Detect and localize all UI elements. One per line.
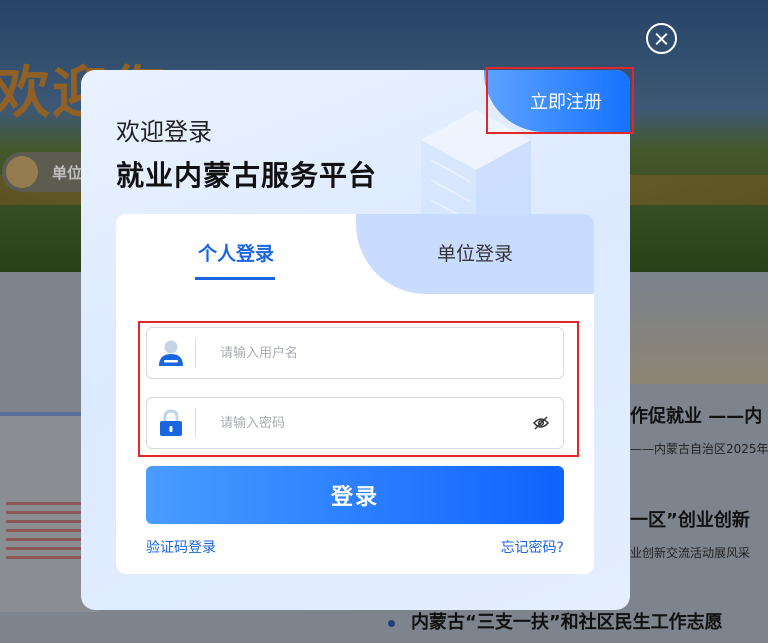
login-modal: 立即注册 欢迎登录 就业内蒙古服务平台 个人登录 单位登录 请输入用户名 登录 …: [81, 70, 630, 610]
login-card: 个人登录 单位登录 请输入用户名 登录 验证码登录 忘记密码?: [116, 214, 594, 574]
background-news-headline: 作促就业 ——内: [630, 406, 763, 427]
login-button-label: 登录: [330, 484, 379, 509]
tab-label: 单位登录: [436, 242, 513, 265]
background-news-headline: 一区”创业创新: [630, 510, 750, 531]
password-field: [146, 397, 564, 449]
register-label: 立即注册: [530, 92, 602, 113]
close-icon[interactable]: [646, 23, 677, 54]
active-tab-indicator: [195, 277, 275, 280]
background-bottom-headline: 内蒙古“三支一扶”和社区民生工作志愿: [388, 608, 723, 634]
lock-icon: [147, 398, 195, 448]
username-field: [146, 327, 564, 379]
welcome-heading: 欢迎登录: [116, 118, 212, 146]
forgot-password-link[interactable]: 忘记密码?: [501, 537, 564, 557]
background-news-image: [630, 272, 768, 384]
tab-unit-login[interactable]: 单位登录: [356, 214, 594, 294]
password-input[interactable]: [196, 399, 519, 447]
building-icon: [6, 156, 38, 188]
username-input[interactable]: [196, 329, 563, 377]
login-button[interactable]: 登录: [146, 466, 564, 524]
platform-title: 就业内蒙古服务平台: [116, 159, 378, 192]
background-news-subtitle: ——内蒙古自治区2025年: [630, 442, 768, 456]
eye-off-icon[interactable]: [519, 399, 563, 447]
tab-personal-login[interactable]: 个人登录: [116, 214, 356, 294]
user-icon: [147, 328, 195, 378]
bullet-icon: [388, 619, 395, 627]
tab-label: 个人登录: [197, 242, 274, 265]
background-news-subtitle: 业创新交流活动展风采: [630, 546, 751, 560]
sms-login-link[interactable]: 验证码登录: [146, 537, 216, 557]
background-unit-label: 单位: [52, 163, 83, 182]
